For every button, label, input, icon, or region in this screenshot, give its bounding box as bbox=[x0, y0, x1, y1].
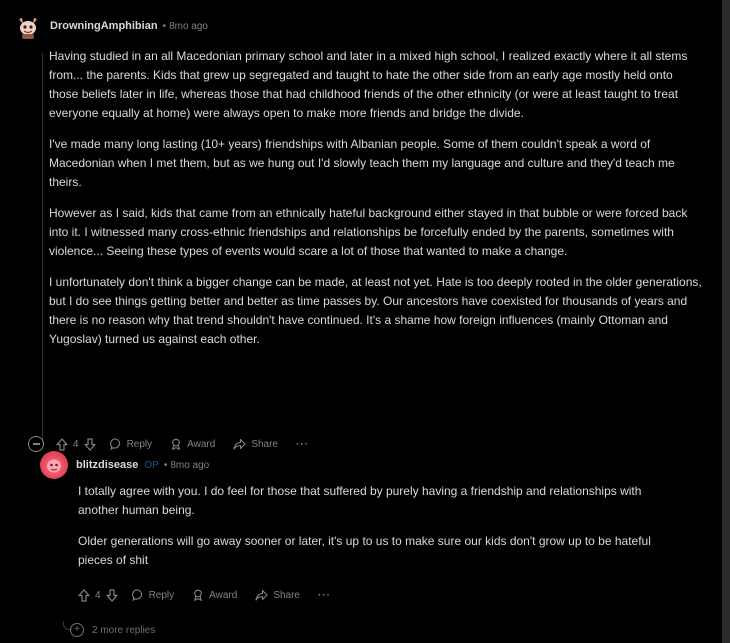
snoo-avatar-icon bbox=[47, 459, 61, 473]
more-replies-link[interactable]: + 2 more replies bbox=[70, 623, 155, 637]
user-avatar[interactable] bbox=[40, 451, 68, 479]
award-icon bbox=[172, 438, 181, 450]
comment-paragraph: I totally agree with you. I do feel for … bbox=[78, 484, 642, 517]
timestamp[interactable]: 8mo ago bbox=[169, 21, 208, 32]
reply-button[interactable]: Reply bbox=[131, 589, 175, 601]
award-button[interactable]: Award bbox=[192, 589, 237, 601]
award-label: Award bbox=[209, 589, 238, 601]
more-replies-label: 2 more replies bbox=[92, 624, 156, 636]
reply-label: Reply bbox=[126, 438, 153, 450]
plus-icon: + bbox=[70, 623, 84, 637]
scrollbar-track[interactable] bbox=[722, 0, 730, 643]
user-avatar[interactable] bbox=[14, 12, 42, 40]
vote-count: 4 bbox=[73, 438, 79, 450]
comment-thread: DrowningAmphibian • 8mo ago Having studi… bbox=[0, 0, 722, 643]
upvote-icon[interactable] bbox=[56, 437, 68, 451]
downvote-icon[interactable] bbox=[105, 588, 118, 602]
share-button[interactable]: Share bbox=[233, 438, 278, 450]
comment-body: I totally agree with you. I do feel for … bbox=[78, 482, 683, 570]
minus-icon bbox=[32, 443, 40, 445]
thread-line[interactable] bbox=[42, 53, 43, 443]
comment-paragraph: Older generations will go away sooner or… bbox=[78, 534, 651, 567]
comment-paragraph: Having studied in an all Macedonian prim… bbox=[49, 49, 688, 120]
award-label: Award bbox=[187, 438, 216, 450]
meta-separator: • bbox=[162, 20, 167, 32]
share-icon bbox=[233, 438, 246, 450]
username[interactable]: blitzdisease bbox=[76, 459, 138, 471]
username[interactable]: DrowningAmphibian bbox=[50, 20, 158, 32]
more-options-button[interactable]: ··· bbox=[318, 590, 331, 601]
reply-button[interactable]: Reply bbox=[109, 438, 153, 450]
award-icon bbox=[194, 589, 203, 601]
share-label: Share bbox=[251, 438, 278, 450]
comment-paragraph: I've made many long lasting (10+ years) … bbox=[49, 137, 675, 189]
share-icon bbox=[255, 589, 268, 601]
speech-bubble-icon bbox=[109, 438, 120, 450]
comment-header: blitzdisease OP • 8mo ago bbox=[40, 450, 680, 480]
comment-actions: 4 Reply Award Share ··· bbox=[78, 582, 680, 608]
comment-paragraph: I unfortunately don't think a bigger cha… bbox=[49, 275, 702, 346]
reply-comment: blitzdisease OP • 8mo ago I totally agre… bbox=[40, 450, 680, 608]
share-label: Share bbox=[273, 589, 300, 601]
comment-paragraph: However as I said, kids that came from a… bbox=[49, 206, 688, 258]
meta-separator: • bbox=[163, 459, 168, 471]
downvote-icon[interactable] bbox=[83, 437, 96, 451]
vote-count: 4 bbox=[95, 589, 101, 601]
comment-body: Having studied in an all Macedonian prim… bbox=[49, 47, 704, 349]
upvote-icon[interactable] bbox=[78, 588, 90, 602]
reply-label: Reply bbox=[148, 589, 175, 601]
comment: DrowningAmphibian • 8mo ago Having studi… bbox=[14, 11, 704, 452]
share-button[interactable]: Share bbox=[255, 589, 300, 601]
snoo-avatar-icon bbox=[19, 18, 37, 39]
comment-header: DrowningAmphibian • 8mo ago bbox=[14, 11, 704, 41]
timestamp[interactable]: 8mo ago bbox=[170, 460, 209, 471]
vote-controls: 4 bbox=[78, 588, 118, 602]
award-button[interactable]: Award bbox=[170, 438, 215, 450]
op-badge: OP bbox=[144, 459, 159, 471]
more-options-button[interactable]: ··· bbox=[296, 439, 309, 450]
vote-controls: 4 bbox=[56, 437, 96, 451]
speech-bubble-icon bbox=[131, 589, 142, 601]
